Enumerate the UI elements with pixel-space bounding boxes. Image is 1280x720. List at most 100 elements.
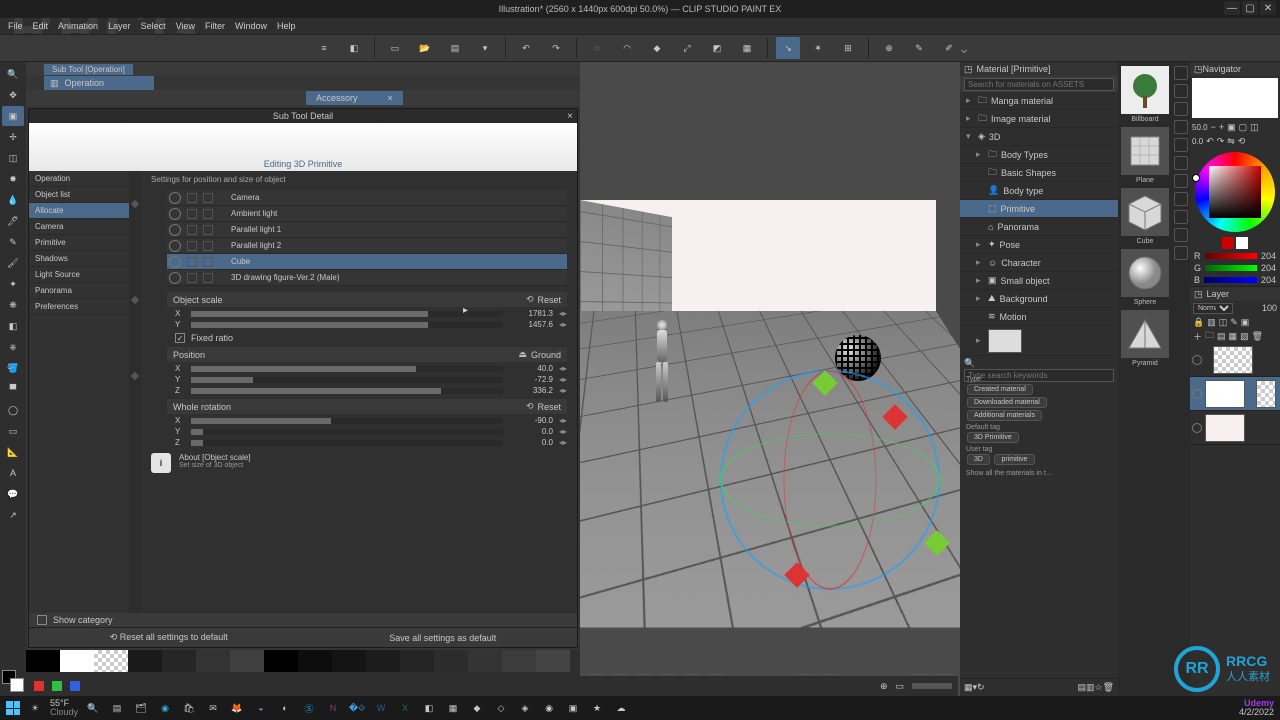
tool-blend-icon[interactable]: ⎈: [2, 337, 24, 357]
cmd-assets-icon[interactable]: ⊕: [877, 37, 901, 59]
ground-button[interactable]: ⏏ Ground: [518, 349, 561, 360]
swatch[interactable]: [128, 650, 162, 672]
tree-image[interactable]: ▸🗀Image material: [960, 110, 1118, 128]
tree-smallobj[interactable]: ▸▣Small object: [960, 272, 1118, 290]
dock-history-icon[interactable]: [1174, 120, 1188, 134]
tree-preview[interactable]: ▸: [960, 326, 1118, 356]
rgb-r[interactable]: 204: [1261, 251, 1276, 261]
taskbar-word-icon[interactable]: W: [372, 699, 390, 717]
save-all-button[interactable]: Save all settings as default: [389, 633, 496, 643]
taskbar-edge-icon[interactable]: ◉: [156, 699, 174, 717]
tree-panorama[interactable]: ⌂Panorama: [960, 218, 1118, 236]
menu-view[interactable]: View: [176, 21, 195, 31]
cmd-open-icon[interactable]: 📂: [413, 37, 437, 59]
tool-frame-icon[interactable]: ▭: [2, 421, 24, 441]
tree-background[interactable]: ▸⛰Background: [960, 290, 1118, 308]
taskbar-app1-icon[interactable]: ▦: [444, 699, 462, 717]
tool-airbrush-icon[interactable]: ✦: [2, 274, 24, 294]
taskbar-app3-icon[interactable]: ◇: [492, 699, 510, 717]
zoom-value[interactable]: 50.0: [1192, 123, 1208, 132]
taskbar-mail-icon[interactable]: ✉: [204, 699, 222, 717]
rgb-g[interactable]: 204: [1261, 263, 1276, 273]
timeline-slider[interactable]: [912, 683, 952, 689]
layer-lock-icon[interactable]: 🔒: [1193, 317, 1204, 328]
tool-text-icon[interactable]: A: [2, 463, 24, 483]
scene-row[interactable]: Ambient light: [167, 206, 567, 222]
cmd-clear-icon[interactable]: ◌: [585, 37, 609, 59]
cat-panorama[interactable]: Panorama: [29, 283, 129, 299]
cmd-grid-icon[interactable]: ▦: [735, 37, 759, 59]
tree-motion[interactable]: ≋Motion: [960, 308, 1118, 326]
taskbar-chrome-icon[interactable]: ◐: [276, 699, 294, 717]
dock-layerprop-icon[interactable]: [1174, 228, 1188, 242]
menu-edit[interactable]: Edit: [33, 21, 49, 31]
dock-info-icon[interactable]: [1174, 156, 1188, 170]
thumb-plane[interactable]: Plane: [1121, 127, 1169, 184]
subtool-tab[interactable]: Sub Tool [Operation]: [44, 64, 133, 75]
tree-manga[interactable]: ▸🗀Manga material: [960, 92, 1118, 110]
layer-clip-icon[interactable]: ▥: [1207, 317, 1216, 328]
scene-row[interactable]: Parallel light 1: [167, 222, 567, 238]
tool-marquee-icon[interactable]: ◫: [2, 148, 24, 168]
cmd-csp-icon[interactable]: ◧: [342, 37, 366, 59]
reset-all-button[interactable]: ⟲ Reset all settings to default: [110, 632, 228, 643]
fit-icon[interactable]: ▣: [1227, 122, 1236, 133]
tool-decoration-icon[interactable]: ❋: [2, 295, 24, 315]
dock-timeline-icon[interactable]: [1174, 246, 1188, 260]
taskbar-search-icon[interactable]: 🔍: [84, 699, 102, 717]
taskbar-vsc-icon[interactable]: �⟐: [348, 699, 366, 717]
scene-row[interactable]: Parallel light 2: [167, 238, 567, 254]
taskbar-skype-icon[interactable]: Ⓢ: [300, 699, 318, 717]
cat-camera[interactable]: Camera: [29, 219, 129, 235]
layer-merge-icon[interactable]: ▦: [1229, 331, 1238, 342]
swatch[interactable]: [264, 650, 298, 672]
taskbar-store-icon[interactable]: 🛍: [180, 699, 198, 717]
dialog-close-icon[interactable]: ×: [567, 111, 573, 122]
menu-animation[interactable]: Animation: [58, 21, 98, 31]
tool-figure-icon[interactable]: ◯: [2, 400, 24, 420]
scene-row[interactable]: 3D drawing figure-Ver.2 (Male): [167, 270, 567, 286]
actual-icon[interactable]: ▢: [1239, 122, 1248, 133]
matgrid-icon[interactable]: ▦▾: [964, 682, 977, 693]
cmd-snap-special-icon[interactable]: ✶: [806, 37, 830, 59]
taskbar-discord-icon[interactable]: ◒: [252, 699, 270, 717]
type-tag[interactable]: Created material: [967, 384, 1033, 395]
menu-select[interactable]: Select: [141, 21, 166, 31]
tool-eraser-icon[interactable]: ◧: [2, 316, 24, 336]
menu-window[interactable]: Window: [235, 21, 267, 31]
menu-layer[interactable]: Layer: [108, 21, 131, 31]
tool-move-icon[interactable]: ✥: [2, 85, 24, 105]
show-category-checkbox[interactable]: Show category: [53, 615, 113, 625]
tool-ruler-icon[interactable]: 📐: [2, 442, 24, 462]
rot-r-icon[interactable]: ↷: [1217, 136, 1225, 147]
matdel-icon[interactable]: 🗑: [1103, 682, 1114, 693]
layer-newfolder-icon[interactable]: 🗀: [1205, 328, 1214, 344]
slider-rot-z[interactable]: Z0.0◂▸: [175, 438, 567, 447]
window-min[interactable]: —: [1224, 1, 1240, 15]
dock-anim-icon[interactable]: [1174, 192, 1188, 206]
tool-eyedropper-icon[interactable]: 💧: [2, 190, 24, 210]
swatch[interactable]: [536, 650, 570, 672]
cmd-snap-grid-icon[interactable]: ⊞: [836, 37, 860, 59]
cat-primitive[interactable]: Primitive: [29, 235, 129, 251]
swatch[interactable]: [60, 650, 94, 672]
dropdown-accessory[interactable]: Accessory: [306, 91, 403, 105]
taskbar-app2-icon[interactable]: ◆: [468, 699, 486, 717]
layer-ref-icon[interactable]: ◫: [1219, 317, 1228, 328]
cat-shadows[interactable]: Shadows: [29, 251, 129, 267]
layer-trans-icon[interactable]: ▤: [1217, 331, 1226, 342]
swatch[interactable]: [366, 650, 400, 672]
3d-manipulator[interactable]: [720, 370, 940, 590]
taskbar-taskview-icon[interactable]: ▤: [108, 699, 126, 717]
blend-mode-select[interactable]: Normal: [1193, 303, 1233, 314]
type-tag[interactable]: Additional materials: [967, 410, 1042, 421]
slider-pos-y[interactable]: Y-72.9◂▸: [175, 375, 567, 384]
taskbar-clock[interactable]: Udemy 4/2/2022: [1239, 699, 1274, 717]
layer-draft-icon[interactable]: ✎: [1230, 317, 1238, 328]
taskbar-app7-icon[interactable]: ★: [588, 699, 606, 717]
color-wheel[interactable]: [1195, 152, 1275, 232]
swatch[interactable]: [502, 650, 536, 672]
window-max[interactable]: ▢: [1242, 1, 1258, 15]
taskbar-app4-icon[interactable]: ◈: [516, 699, 534, 717]
taskbar-firefox-icon[interactable]: 🦊: [228, 699, 246, 717]
